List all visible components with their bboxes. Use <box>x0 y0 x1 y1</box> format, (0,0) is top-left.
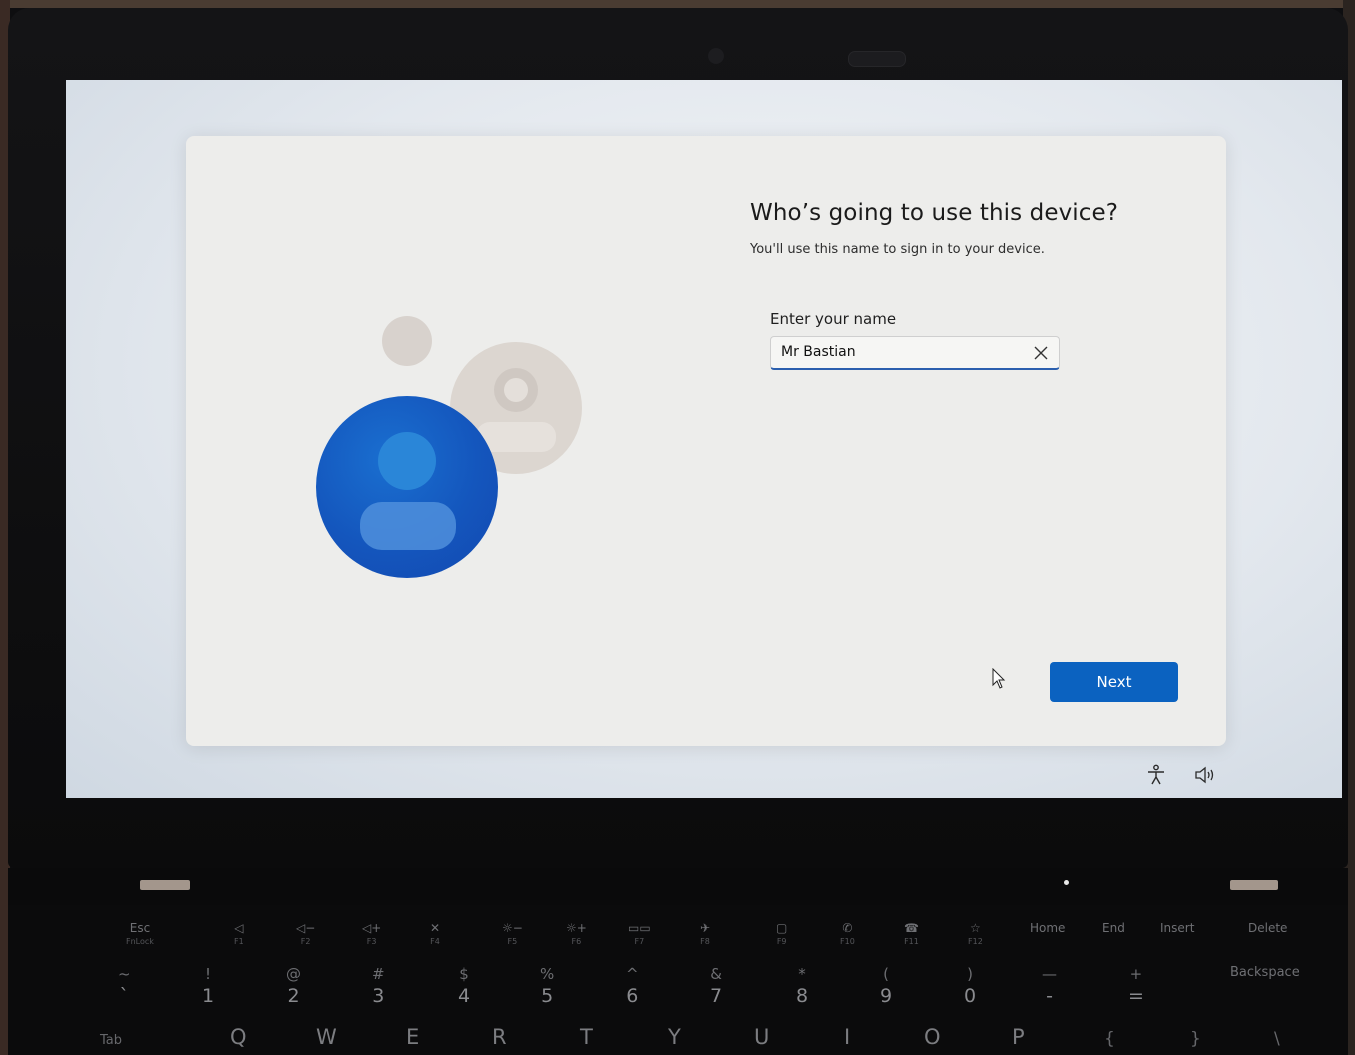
accessibility-icon <box>1148 764 1164 785</box>
key-home: Home <box>1030 921 1066 935</box>
key-6: ^ 6 <box>626 965 639 1007</box>
key-f4: ✕ F4 <box>430 921 441 946</box>
key-left-brace: { <box>1104 1029 1115 1049</box>
setup-card: Who’s going to use this device? You'll u… <box>186 136 1226 746</box>
key-7: & 7 <box>710 965 723 1007</box>
photo-background <box>0 0 1355 8</box>
key-1: ! 1 <box>202 965 215 1007</box>
key-end: End <box>1102 921 1125 935</box>
key-4: $4 <box>458 965 471 1007</box>
accessibility-button[interactable] <box>1146 764 1166 790</box>
key-f8: ✈ F8 <box>700 921 711 946</box>
laptop-hinge <box>8 868 1348 908</box>
small-bubble-decoration <box>382 316 432 366</box>
key-9: (9 <box>880 965 893 1007</box>
key-esc: Esc FnLock <box>126 921 154 946</box>
page-title: Who’s going to use this device? <box>750 200 1119 226</box>
key-8: * 8 <box>796 965 809 1007</box>
key-equals: + = <box>1128 965 1144 1007</box>
key-tilde: ~ ` <box>118 965 131 1007</box>
key-right-brace: } <box>1190 1029 1201 1049</box>
key-q: Q <box>230 1025 247 1049</box>
privacy-shutter <box>848 51 906 67</box>
key-u: U <box>754 1025 770 1049</box>
key-i: I <box>844 1025 851 1049</box>
key-backspace: Backspace <box>1230 965 1300 980</box>
key-backslash: \ <box>1274 1029 1280 1049</box>
close-icon <box>1034 346 1048 360</box>
key-5: % 5 <box>540 965 555 1007</box>
key-f2: ◁− F2 <box>296 921 316 946</box>
volume-button[interactable] <box>1194 766 1216 788</box>
key-f11: ☎ F11 <box>904 921 919 946</box>
clear-button[interactable] <box>1029 341 1053 365</box>
laptop-keyboard: Esc FnLock ◁ F1 ◁− F2 ◁+ F3 ✕ F4 ☼− F5 ☼+ F6 ▭▭… <box>8 905 1348 1055</box>
key-tab: Tab <box>100 1033 123 1048</box>
hinge-left <box>140 880 190 890</box>
hinge-right <box>1230 880 1278 890</box>
primary-user-avatar-icon <box>316 396 498 578</box>
key-y: Y <box>668 1025 681 1049</box>
page-subtitle: You'll use this name to sign in to your … <box>750 242 1045 257</box>
key-delete: Delete <box>1248 921 1288 935</box>
next-button[interactable]: Next <box>1050 662 1178 702</box>
key-f12: ☆ F12 <box>968 921 983 946</box>
mouse-pointer-icon <box>992 668 1006 689</box>
key-f6: ☼+ F6 <box>566 921 587 946</box>
key-e: E <box>406 1025 420 1049</box>
key-f1: ◁ F1 <box>234 921 244 946</box>
key-minus: — - <box>1042 965 1057 1007</box>
key-f10: ✆ F10 <box>840 921 855 946</box>
key-f5: ☼− F5 <box>502 921 523 946</box>
key-t: T <box>580 1025 593 1049</box>
name-field-container <box>770 336 1060 370</box>
key-f3: ◁+ F3 <box>362 921 382 946</box>
key-o: O <box>924 1025 941 1049</box>
volume-icon <box>1195 766 1214 784</box>
key-f7: ▭▭ F7 <box>628 921 651 946</box>
key-2: @2 <box>286 965 301 1007</box>
key-w: W <box>316 1025 337 1049</box>
key-p: P <box>1012 1025 1025 1049</box>
webcam <box>708 48 724 64</box>
name-field-label: Enter your name <box>770 310 897 328</box>
oobe-screen: Who’s going to use this device? You'll u… <box>66 80 1342 798</box>
key-f9: ▢ F9 <box>776 921 788 946</box>
key-0: ) 0 <box>964 965 977 1007</box>
name-input[interactable] <box>771 337 1021 367</box>
power-led <box>1064 880 1069 885</box>
key-3: #3 <box>372 965 385 1007</box>
key-r: R <box>492 1025 507 1049</box>
key-insert: Insert <box>1160 921 1195 935</box>
